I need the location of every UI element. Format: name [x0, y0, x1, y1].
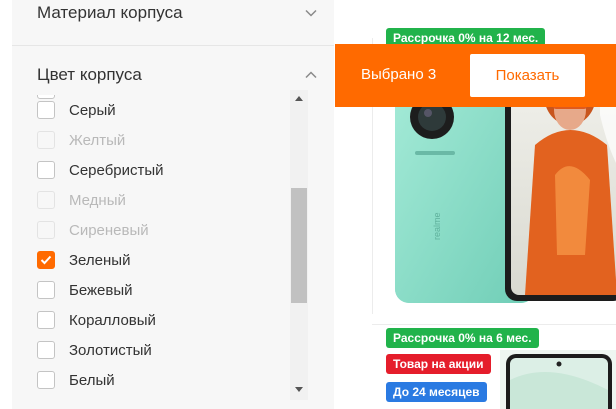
- color-option-label: Сиреневый: [69, 221, 149, 239]
- list-scrollbar[interactable]: [290, 90, 308, 400]
- color-option-copper: Медный: [37, 187, 126, 213]
- filter-title-body-color: Цвет корпуса: [37, 65, 142, 84]
- checkbox[interactable]: [37, 161, 55, 179]
- color-option-label: Медный: [69, 191, 126, 209]
- color-option-label: Желтый: [69, 131, 126, 149]
- color-option-white[interactable]: Белый: [37, 367, 115, 393]
- promo-badge: Товар на акции: [386, 354, 491, 374]
- color-option-yellow: Желтый: [37, 127, 125, 153]
- color-option-list[interactable]: Серый Желтый Серебристый Медный Сиреневы…: [12, 95, 292, 400]
- color-option-label: Белый: [69, 371, 115, 389]
- scrollbar-thumb[interactable]: [291, 188, 307, 303]
- checkbox[interactable]: [37, 281, 55, 299]
- selected-count-text: Выбрано 3: [361, 66, 437, 83]
- color-option-label: Коралловый: [69, 311, 156, 329]
- checkbox: [37, 191, 55, 209]
- filter-header-body-material[interactable]: Материал корпуса: [12, 0, 334, 33]
- filter-title-body-material: Материал корпуса: [37, 3, 183, 22]
- color-option-label: Серый: [69, 101, 116, 119]
- color-option-lilac: Сиреневый: [37, 217, 149, 243]
- checkbox-checked[interactable]: [37, 251, 55, 269]
- color-option-green[interactable]: Зеленый: [37, 247, 130, 273]
- scroll-down-arrow-icon[interactable]: [295, 387, 303, 392]
- checkbox: [37, 221, 55, 239]
- filter-panel: Материал корпуса Цвет корпуса Серый Желт…: [12, 0, 334, 409]
- product-image-phone[interactable]: [500, 350, 616, 409]
- checkbox[interactable]: [37, 101, 55, 119]
- selection-bar: Выбрано 3 Показать: [335, 44, 616, 107]
- checkbox[interactable]: [37, 341, 55, 359]
- installment-badge: Рассрочка 0% на 6 мес.: [386, 328, 539, 348]
- chevron-down-icon: [305, 9, 317, 17]
- checkbox[interactable]: [37, 371, 55, 389]
- color-option-silver[interactable]: Серебристый: [37, 157, 164, 183]
- color-option-beige[interactable]: Бежевый: [37, 277, 133, 303]
- svg-text:realme: realme: [432, 212, 442, 240]
- color-option-gold[interactable]: Золотистый: [37, 337, 152, 363]
- checkbox[interactable]: [37, 311, 55, 329]
- color-option-label: Серебристый: [69, 161, 164, 179]
- show-results-button[interactable]: Показать: [470, 54, 585, 97]
- scroll-up-arrow-icon[interactable]: [295, 96, 303, 101]
- checkmark-icon: [40, 255, 52, 265]
- page: Материал корпуса Цвет корпуса Серый Желт…: [0, 0, 616, 409]
- chevron-up-icon: [305, 71, 317, 79]
- color-option-gray[interactable]: Серый: [37, 97, 116, 123]
- filter-header-body-color[interactable]: Цвет корпуса: [12, 55, 334, 95]
- color-option-label: Зеленый: [69, 251, 131, 269]
- term-badge: До 24 месяцев: [386, 382, 487, 402]
- color-option-coral[interactable]: Коралловый: [37, 307, 156, 333]
- color-option-label: Бежевый: [69, 281, 133, 299]
- card-separator: [372, 324, 616, 325]
- section-divider: [12, 45, 334, 46]
- color-option-label: Золотистый: [69, 341, 152, 359]
- checkbox: [37, 131, 55, 149]
